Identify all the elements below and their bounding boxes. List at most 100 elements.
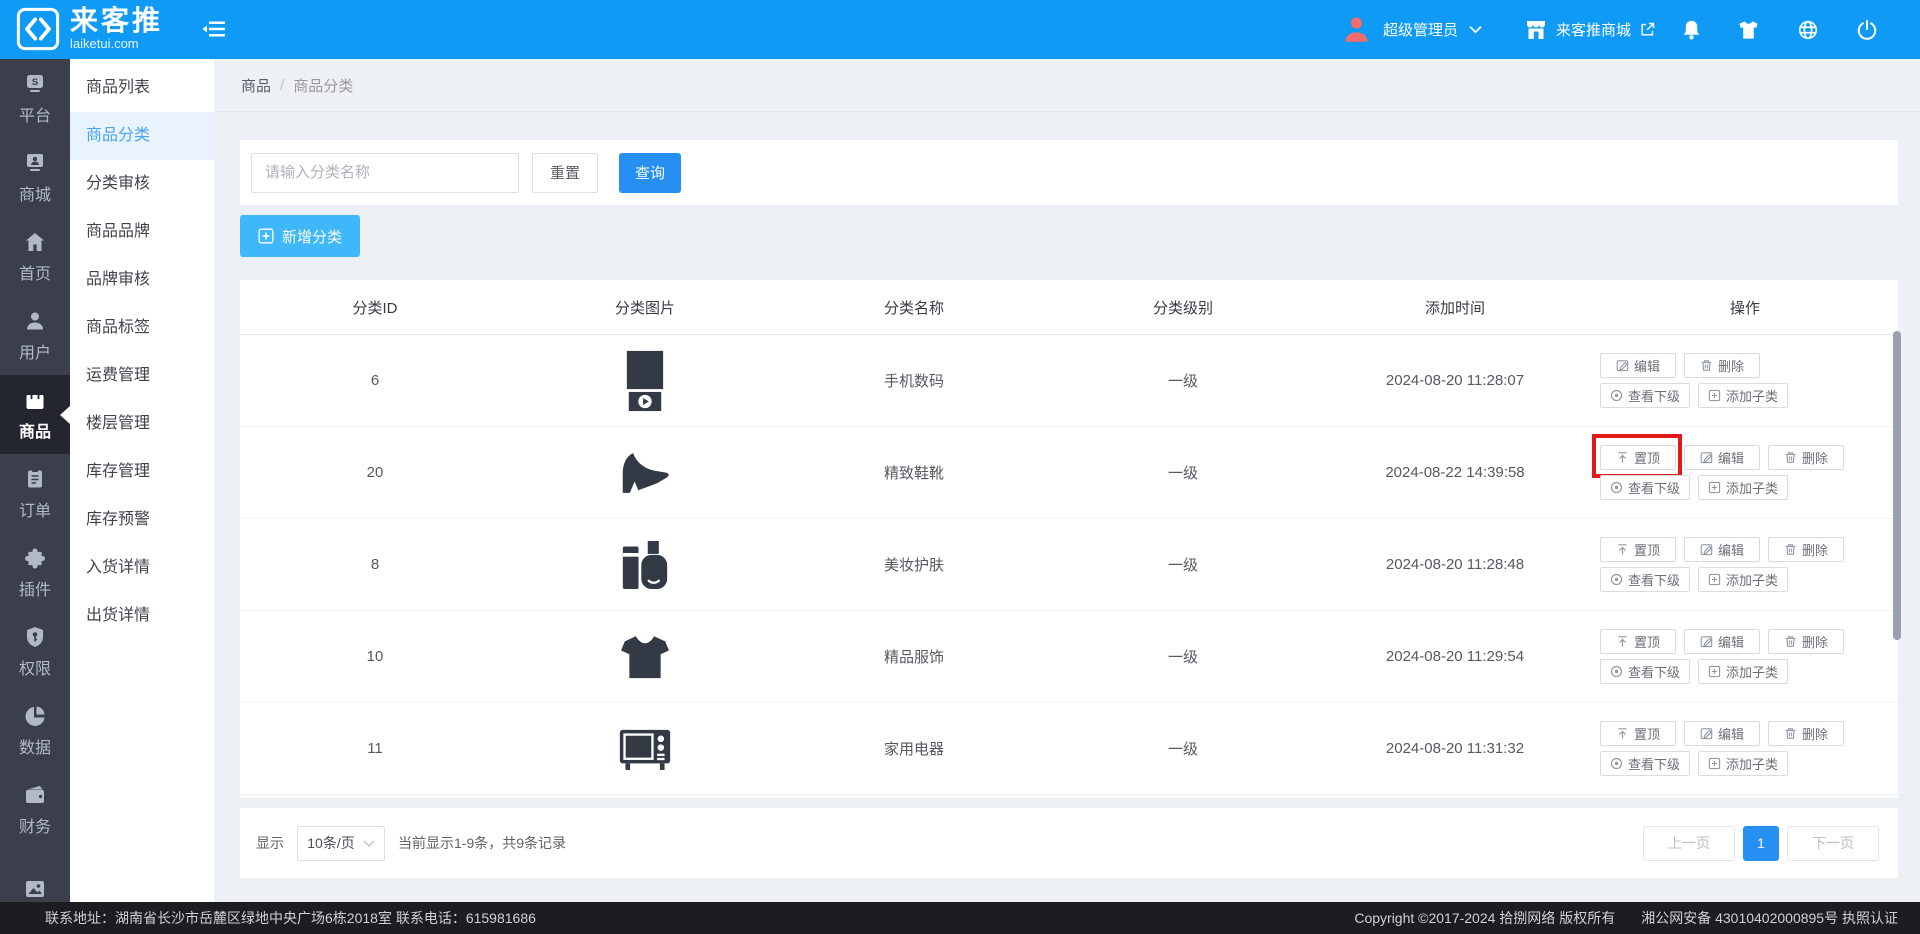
pin-icon: [1616, 727, 1629, 740]
add-category-button[interactable]: 新增分类: [240, 215, 360, 257]
table-row: 11家用电器一级2024-08-20 11:31:32置顶编辑删除查看下级添加子…: [240, 703, 1898, 795]
sidebar-collapse-button[interactable]: [202, 20, 226, 40]
external-link-icon: [1639, 21, 1656, 38]
delete-button[interactable]: 删除: [1768, 445, 1844, 470]
view-sub-button[interactable]: 查看下级: [1600, 751, 1690, 776]
page-1-button[interactable]: 1: [1743, 826, 1779, 861]
chevron-down-icon: [363, 840, 375, 847]
bell-icon: [1680, 28, 1703, 45]
edit-button[interactable]: 编辑: [1684, 537, 1760, 562]
reset-button[interactable]: 重置: [532, 153, 598, 193]
delete-icon: [1784, 727, 1797, 740]
sidebar-item-finance[interactable]: 财务: [0, 770, 70, 849]
sidebar-item-permission[interactable]: 权限: [0, 612, 70, 691]
sidebar-item-label: 权限: [19, 655, 51, 679]
delete-button[interactable]: 删除: [1768, 629, 1844, 654]
brand-logo[interactable]: 来客推 laiketui.com: [16, 7, 163, 51]
power-icon: [1856, 28, 1878, 45]
submenu-item-category-audit[interactable]: 分类审核: [70, 160, 214, 208]
column-header-level: 分类级别: [1048, 297, 1318, 318]
view-sub-icon: [1610, 389, 1623, 402]
sidebar-item-data[interactable]: 数据: [0, 691, 70, 770]
button-label: 添加子类: [1726, 478, 1778, 497]
view-sub-button[interactable]: 查看下级: [1600, 567, 1690, 592]
sidebar-item-mall[interactable]: 商城: [0, 138, 70, 217]
sidebar-item-user[interactable]: 用户: [0, 296, 70, 375]
add-child-button[interactable]: 添加子类: [1698, 659, 1788, 684]
submenu-item-freight-manage[interactable]: 运费管理: [70, 352, 214, 400]
edit-icon: [1700, 727, 1713, 740]
sidebar-item-order[interactable]: 订单: [0, 454, 70, 533]
logout-button[interactable]: [1856, 19, 1878, 41]
button-label: 删除: [1718, 356, 1744, 375]
row-actions: 置顶编辑 删除查看下级 添加子类: [1592, 629, 1898, 684]
delete-button[interactable]: 删除: [1768, 537, 1844, 562]
submenu-item-inbound-detail[interactable]: 入货详情: [70, 544, 214, 592]
actions-line-1: 编辑 删除: [1600, 353, 1898, 378]
button-label: 删除: [1802, 632, 1828, 651]
language-button[interactable]: [1797, 19, 1819, 41]
actions-line-2: 查看下级添加子类: [1600, 567, 1898, 592]
sidebar-item-home[interactable]: 首页: [0, 217, 70, 296]
brand-domain: laiketui.com: [70, 36, 163, 51]
submenu-item-floor-manage[interactable]: 楼层管理: [70, 400, 214, 448]
add-child-button[interactable]: 添加子类: [1698, 567, 1788, 592]
view-sub-button[interactable]: 查看下级: [1600, 475, 1690, 500]
edit-button[interactable]: 编辑: [1684, 721, 1760, 746]
sidebar-item-platform[interactable]: S平台: [0, 59, 70, 138]
submenu-item-outbound-detail[interactable]: 出货详情: [70, 592, 214, 640]
pin-button[interactable]: 置顶: [1600, 537, 1676, 562]
breadcrumb-item[interactable]: 商品: [241, 75, 271, 96]
edit-button[interactable]: 编辑: [1600, 353, 1676, 378]
user-menu[interactable]: 超级管理员: [1341, 0, 1482, 59]
category-time: 2024-08-20 11:31:32: [1318, 740, 1592, 757]
column-header-id: 分类ID: [240, 297, 510, 318]
submenu-item-stock-warning[interactable]: 库存预警: [70, 496, 214, 544]
submenu-item-goods-brand[interactable]: 商品品牌: [70, 208, 214, 256]
pin-button[interactable]: 置顶: [1600, 721, 1676, 746]
submenu-item-goods-tag[interactable]: 商品标签: [70, 304, 214, 352]
delete-icon: [1784, 635, 1797, 648]
submenu-item-stock-manage[interactable]: 库存管理: [70, 448, 214, 496]
prev-page-button[interactable]: 上一页: [1643, 826, 1735, 861]
pagination-bar: 显示 10条/页 当前显示1-9条，共9条记录 上一页 1 下一页: [240, 808, 1898, 878]
add-child-button[interactable]: 添加子类: [1698, 383, 1788, 408]
delete-button[interactable]: 删除: [1768, 721, 1844, 746]
shop-link[interactable]: 来客推商城: [1524, 0, 1656, 59]
category-name: 手机数码: [780, 370, 1048, 391]
delete-button[interactable]: 删除: [1684, 353, 1760, 378]
query-button[interactable]: 查询: [619, 153, 681, 193]
category-id: 20: [240, 464, 510, 481]
category-image: [510, 539, 780, 591]
breadcrumb-separator: /: [280, 77, 284, 94]
button-label: 添加子类: [1726, 662, 1778, 681]
table-scrollbar[interactable]: [1893, 331, 1901, 640]
edit-button[interactable]: 编辑: [1684, 445, 1760, 470]
add-child-button[interactable]: 添加子类: [1698, 751, 1788, 776]
submenu-item-goods-category[interactable]: 商品分类: [70, 112, 214, 160]
page-size-select[interactable]: 10条/页: [297, 826, 385, 861]
next-page-button[interactable]: 下一页: [1787, 826, 1879, 861]
pin-button[interactable]: 置顶: [1600, 629, 1676, 654]
notifications-button[interactable]: [1680, 18, 1703, 41]
sidebar-item-media[interactable]: [0, 849, 70, 902]
microwave-icon: [618, 757, 672, 774]
submenu-item-brand-audit[interactable]: 品牌审核: [70, 256, 214, 304]
button-label: 查看下级: [1628, 754, 1680, 773]
mall-shortcut-button[interactable]: [1737, 18, 1760, 41]
main-content: 商品 / 商品分类 重置 查询 新增分类 分类ID 分类图片 分类名称 分类级别…: [214, 59, 1920, 902]
sidebar-item-plugin[interactable]: 插件: [0, 533, 70, 612]
sidebar-item-goods[interactable]: 商品: [0, 375, 70, 454]
plugin-icon: [23, 546, 47, 570]
search-input[interactable]: [251, 153, 519, 193]
view-sub-button[interactable]: 查看下级: [1600, 383, 1690, 408]
footer-beian[interactable]: 湘公网安备 43010402000895号 执照认证: [1641, 908, 1898, 928]
view-sub-button[interactable]: 查看下级: [1600, 659, 1690, 684]
edit-button[interactable]: 编辑: [1684, 629, 1760, 654]
pin-icon: [1616, 451, 1629, 464]
actions-line-1: 置顶编辑删除: [1600, 537, 1898, 562]
pin-button[interactable]: 置顶: [1600, 445, 1676, 470]
submenu-item-goods-list[interactable]: 商品列表: [70, 64, 214, 112]
data-icon: [23, 704, 47, 728]
add-child-button[interactable]: 添加子类: [1698, 475, 1788, 500]
